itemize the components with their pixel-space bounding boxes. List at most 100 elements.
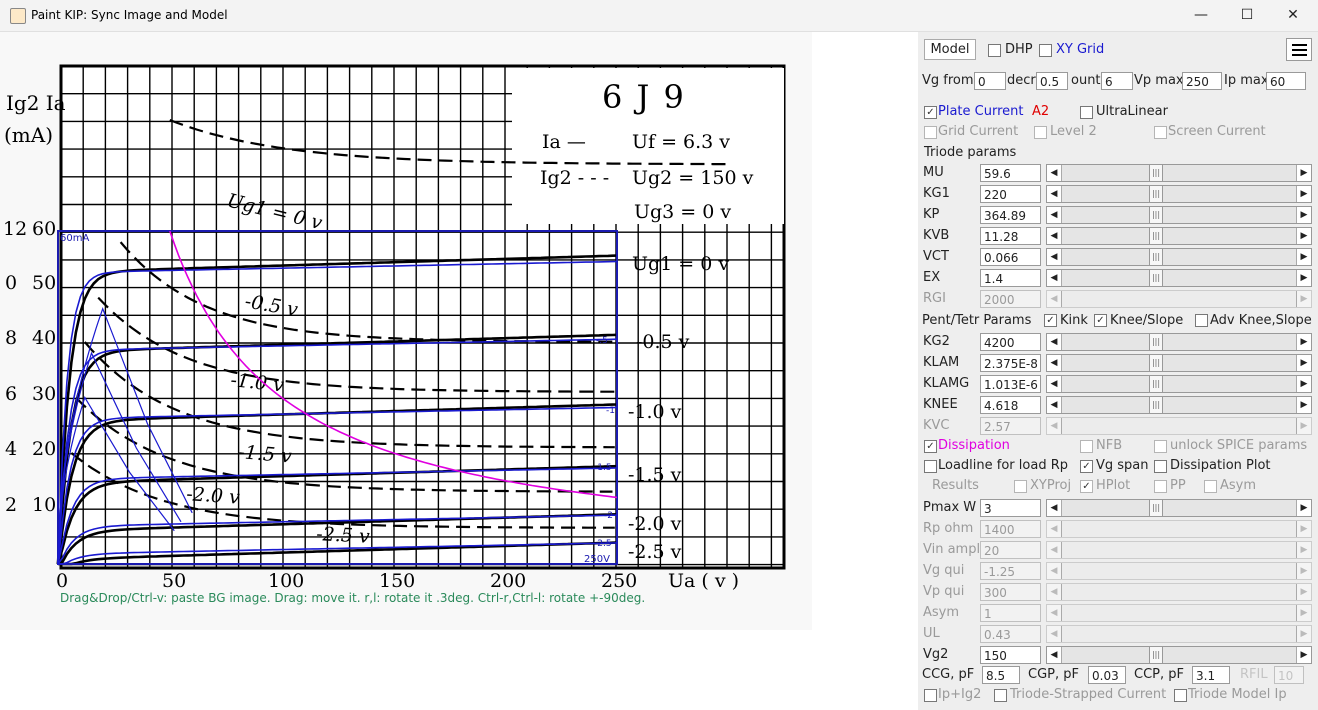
param-slider-kp[interactable]: ◀ ||| ▶ [1046, 206, 1312, 224]
slider-left-arrow-icon[interactable]: ◀ [1047, 647, 1062, 663]
slider-thumb[interactable]: ||| [1149, 647, 1163, 663]
dissipation-plot-checkbox[interactable] [1154, 460, 1167, 473]
slider-right-arrow-icon[interactable]: ▶ [1296, 165, 1311, 181]
param-slider-kvb[interactable]: ◀ ||| ▶ [1046, 227, 1312, 245]
slider-thumb[interactable]: ||| [1149, 334, 1163, 350]
slider-left-arrow-icon[interactable]: ◀ [1047, 291, 1062, 307]
param-slider-klam[interactable]: ◀ ||| ▶ [1046, 354, 1312, 372]
grid-current-checkbox[interactable] [924, 126, 937, 139]
param-slider-vg2[interactable]: ◀ ||| ▶ [1046, 646, 1312, 664]
slider-thumb[interactable]: ||| [1149, 228, 1163, 244]
vg-from-field[interactable]: 0 [974, 72, 1006, 90]
slider-thumb[interactable]: ||| [1149, 397, 1163, 413]
slider-thumb[interactable]: ||| [1149, 186, 1163, 202]
level2-checkbox[interactable] [1034, 126, 1047, 139]
param-field-vct[interactable]: 0.066 [980, 248, 1041, 266]
param-field-vin-ampl[interactable]: 20 [980, 541, 1041, 559]
param-slider-pmax-w[interactable]: ◀ ||| ▶ [1046, 499, 1312, 517]
minimize-button[interactable]: — [1178, 0, 1224, 31]
param-field-kg1[interactable]: 220 [980, 185, 1041, 203]
slider-right-arrow-icon[interactable]: ▶ [1296, 418, 1311, 434]
slider-left-arrow-icon[interactable]: ◀ [1047, 626, 1062, 642]
slider-left-arrow-icon[interactable]: ◀ [1047, 542, 1062, 558]
slider-thumb[interactable]: ||| [1149, 207, 1163, 223]
asym-checkbox[interactable] [1204, 480, 1217, 493]
slider-right-arrow-icon[interactable]: ▶ [1296, 605, 1311, 621]
kink-checkbox[interactable]: ✓ [1044, 314, 1057, 327]
ccp-field[interactable]: 3.1 [1192, 666, 1230, 684]
loadline-checkbox[interactable] [924, 460, 937, 473]
slider-left-arrow-icon[interactable]: ◀ [1047, 376, 1062, 392]
slider-right-arrow-icon[interactable]: ▶ [1296, 584, 1311, 600]
ultralinear-checkbox[interactable] [1080, 106, 1093, 119]
slider-right-arrow-icon[interactable]: ▶ [1296, 500, 1311, 516]
slider-right-arrow-icon[interactable]: ▶ [1296, 376, 1311, 392]
slider-left-arrow-icon[interactable]: ◀ [1047, 418, 1062, 434]
param-slider-kg2[interactable]: ◀ ||| ▶ [1046, 333, 1312, 351]
param-field-ex[interactable]: 1.4 [980, 269, 1041, 287]
plate-current-checkbox[interactable]: ✓ [924, 106, 937, 119]
slider-left-arrow-icon[interactable]: ◀ [1047, 334, 1062, 350]
param-field-knee[interactable]: 4.618 [980, 396, 1041, 414]
param-slider-asym[interactable]: ◀ ▶ [1046, 604, 1312, 622]
vp-max-field[interactable]: 250 [1182, 72, 1222, 90]
slider-right-arrow-icon[interactable]: ▶ [1296, 249, 1311, 265]
slider-left-arrow-icon[interactable]: ◀ [1047, 355, 1062, 371]
param-slider-ul[interactable]: ◀ ▶ [1046, 625, 1312, 643]
param-field-kvb[interactable]: 11.28 [980, 227, 1041, 245]
param-slider-vg-qui[interactable]: ◀ ▶ [1046, 562, 1312, 580]
adv-knee-checkbox[interactable] [1195, 314, 1208, 327]
slider-right-arrow-icon[interactable]: ▶ [1296, 647, 1311, 663]
xygrid-checkbox[interactable] [1039, 44, 1052, 57]
param-field-kvc[interactable]: 2.57 [980, 417, 1041, 435]
slider-left-arrow-icon[interactable]: ◀ [1047, 500, 1062, 516]
param-field-ul[interactable]: 0.43 [980, 625, 1041, 643]
slider-thumb[interactable]: ||| [1149, 249, 1163, 265]
param-field-kg2[interactable]: 4200 [980, 333, 1041, 351]
slider-right-arrow-icon[interactable]: ▶ [1296, 563, 1311, 579]
param-field-asym[interactable]: 1 [980, 604, 1041, 622]
param-field-rgi[interactable]: 2000 [980, 290, 1041, 308]
slider-left-arrow-icon[interactable]: ◀ [1047, 249, 1062, 265]
param-field-vg2[interactable]: 150 [980, 646, 1041, 664]
slider-right-arrow-icon[interactable]: ▶ [1296, 291, 1311, 307]
screen-current-checkbox[interactable] [1154, 126, 1167, 139]
param-field-mu[interactable]: 59.6 [980, 164, 1041, 182]
ip-max-field[interactable]: 60 [1266, 72, 1306, 90]
param-field-pmax-w[interactable]: 3 [980, 499, 1041, 517]
slider-left-arrow-icon[interactable]: ◀ [1047, 584, 1062, 600]
knee-slope-checkbox[interactable]: ✓ [1094, 314, 1107, 327]
param-field-klamg[interactable]: 1.013E-6 [980, 375, 1041, 393]
slider-right-arrow-icon[interactable]: ▶ [1296, 270, 1311, 286]
slider-right-arrow-icon[interactable]: ▶ [1296, 626, 1311, 642]
slider-left-arrow-icon[interactable]: ◀ [1047, 563, 1062, 579]
unlock-spice-checkbox[interactable] [1154, 440, 1167, 453]
param-field-klam[interactable]: 2.375E-8 [980, 354, 1041, 372]
slider-right-arrow-icon[interactable]: ▶ [1296, 542, 1311, 558]
slider-thumb[interactable]: ||| [1149, 165, 1163, 181]
pp-checkbox[interactable] [1154, 480, 1167, 493]
slider-right-arrow-icon[interactable]: ▶ [1296, 355, 1311, 371]
tube-curves-svg[interactable]: Ig2 Ia (mA) 6 J 9 Ia — Uf = 6.3 v Ig2 - … [0, 32, 916, 710]
dhp-checkbox[interactable] [988, 44, 1001, 57]
xyproj-checkbox[interactable] [1014, 480, 1027, 493]
slider-left-arrow-icon[interactable]: ◀ [1047, 186, 1062, 202]
param-slider-ex[interactable]: ◀ ||| ▶ [1046, 269, 1312, 287]
slider-left-arrow-icon[interactable]: ◀ [1047, 270, 1062, 286]
ccg-field[interactable]: 8.5 [982, 666, 1020, 684]
triode-model-checkbox[interactable] [1174, 689, 1187, 702]
slider-left-arrow-icon[interactable]: ◀ [1047, 165, 1062, 181]
plot-canvas[interactable]: Ig2 Ia (mA) 6 J 9 Ia — Uf = 6.3 v Ig2 - … [0, 32, 916, 710]
param-field-rp-ohm[interactable]: 1400 [980, 520, 1041, 538]
vg-span-checkbox[interactable]: ✓ [1080, 460, 1093, 473]
decr-field[interactable]: 0.5 [1036, 72, 1068, 90]
param-slider-rp-ohm[interactable]: ◀ ▶ [1046, 520, 1312, 538]
param-slider-klamg[interactable]: ◀ ||| ▶ [1046, 375, 1312, 393]
slider-right-arrow-icon[interactable]: ▶ [1296, 228, 1311, 244]
slider-thumb[interactable]: ||| [1149, 270, 1163, 286]
rfil-field[interactable]: 10 [1274, 666, 1304, 684]
close-button[interactable]: ✕ [1270, 0, 1316, 31]
param-field-kp[interactable]: 364.89 [980, 206, 1041, 224]
param-slider-vct[interactable]: ◀ ||| ▶ [1046, 248, 1312, 266]
param-field-vg-qui[interactable]: -1.25 [980, 562, 1041, 580]
